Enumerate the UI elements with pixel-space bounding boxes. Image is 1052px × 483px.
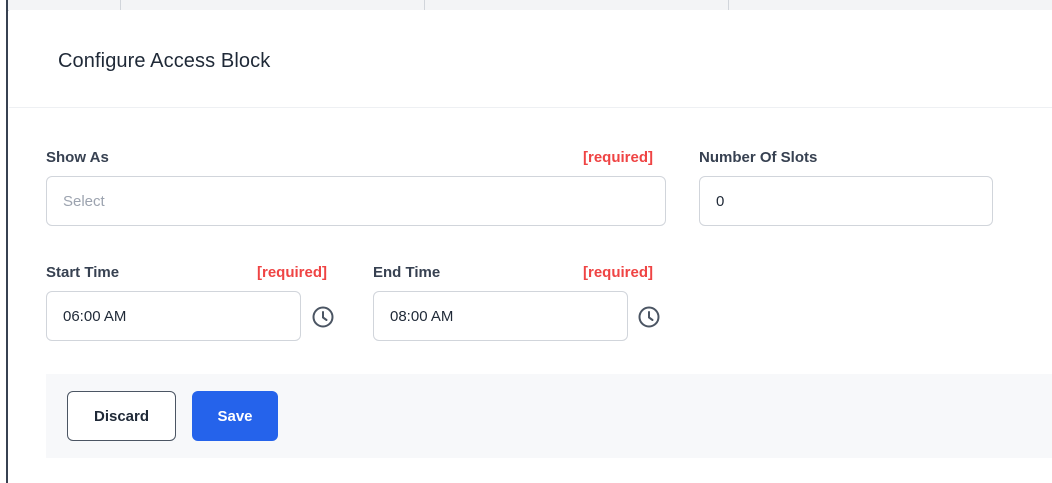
modal-title: Configure Access Block: [58, 50, 271, 72]
modal-header: Configure Access Block: [9, 10, 1052, 108]
column-divider: [424, 0, 425, 10]
save-button[interactable]: Save: [192, 391, 278, 441]
end-time-label: End Time: [373, 264, 441, 281]
configure-access-block-modal: Configure Access Block Show As [required…: [9, 10, 1052, 483]
start-time-label: Start Time: [46, 264, 120, 281]
show-as-required: [required]: [583, 149, 654, 166]
end-time-input[interactable]: 08:00 AM: [373, 291, 628, 341]
clock-icon[interactable]: [312, 306, 334, 328]
start-time-input[interactable]: 06:00 AM: [46, 291, 301, 341]
end-time-required: [required]: [583, 264, 654, 281]
number-of-slots-input[interactable]: 0: [699, 176, 993, 226]
clock-icon[interactable]: [638, 306, 660, 328]
modal-footer: Discard Save: [46, 374, 1052, 458]
show-as-select[interactable]: Select: [46, 176, 666, 226]
column-divider: [728, 0, 729, 10]
start-time-required: [required]: [257, 264, 328, 281]
show-as-label: Show As: [46, 149, 109, 166]
page: Configure Access Block Show As [required…: [0, 0, 1052, 483]
discard-button[interactable]: Discard: [67, 391, 176, 441]
column-divider: [120, 0, 121, 10]
window-edge: [6, 0, 8, 483]
number-of-slots-label: Number Of Slots: [699, 149, 818, 166]
